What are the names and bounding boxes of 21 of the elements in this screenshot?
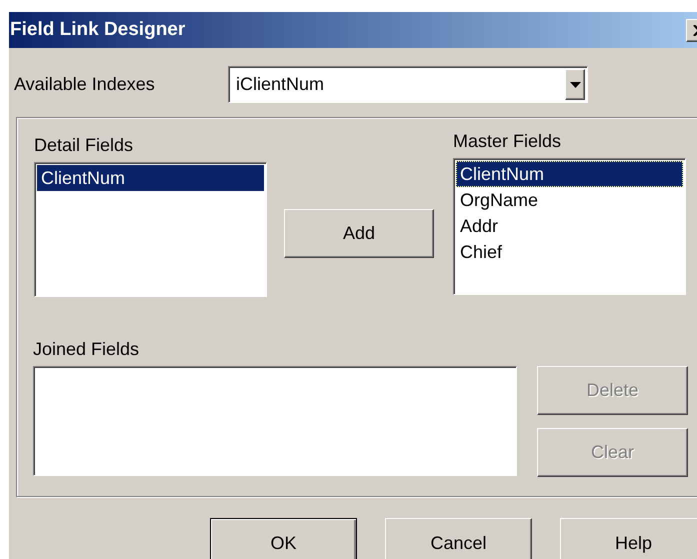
detail-fields-list[interactable]: ClientNum bbox=[34, 162, 267, 297]
dropdown-button[interactable] bbox=[565, 69, 585, 100]
master-fields-label: Master Fields bbox=[453, 131, 562, 152]
dialog-button[interactable]: OK bbox=[210, 518, 357, 559]
dialog-button[interactable]: Help bbox=[560, 518, 697, 559]
dialog-button[interactable]: Cancel bbox=[385, 518, 532, 559]
list-item[interactable]: ClientNum bbox=[456, 161, 683, 187]
available-indexes-label: Available Indexes bbox=[14, 74, 156, 95]
joined-fields-label: Joined Fields bbox=[33, 339, 140, 360]
list-item[interactable]: ClientNum bbox=[37, 165, 264, 191]
index-dropdown[interactable]: iClientNum bbox=[228, 66, 588, 103]
list-item[interactable]: OrgName bbox=[456, 187, 683, 213]
index-value: iClientNum bbox=[236, 74, 324, 95]
joined-fields-list[interactable] bbox=[33, 366, 517, 476]
master-fields-list[interactable]: ClientNum OrgName Addr Chief bbox=[453, 158, 686, 295]
list-item[interactable]: Addr bbox=[456, 213, 683, 239]
dropdown-arrow-icon bbox=[570, 82, 580, 88]
detail-fields-label: Detail Fields bbox=[34, 135, 134, 156]
list-item[interactable]: Chief bbox=[456, 239, 683, 265]
window-title: Field Link Designer bbox=[10, 19, 186, 41]
add-button[interactable]: Add bbox=[284, 209, 434, 258]
